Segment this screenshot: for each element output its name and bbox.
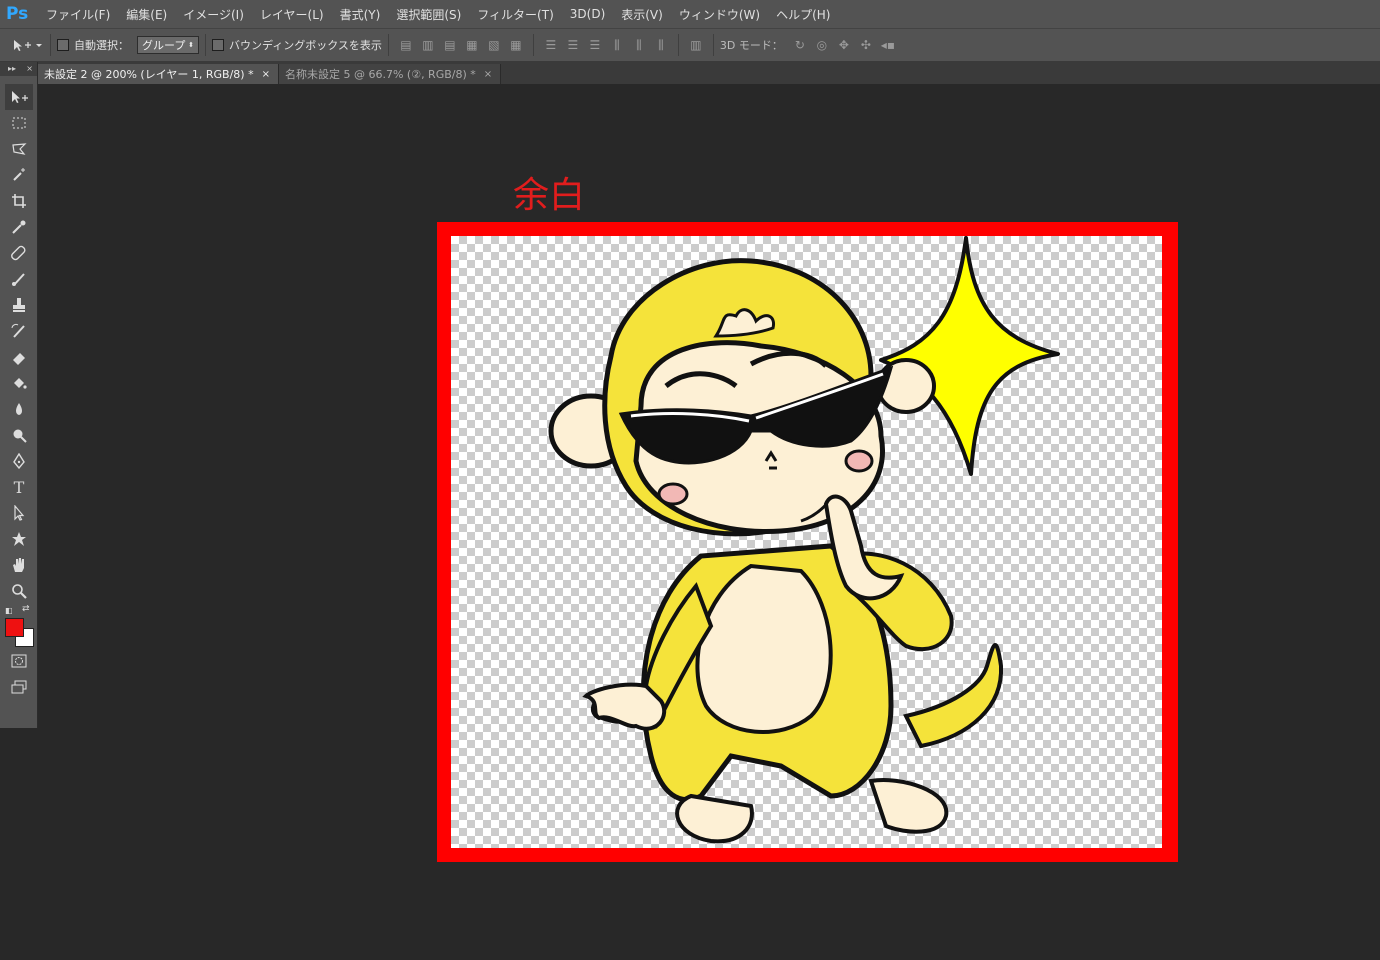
margin-annotation-text: 余白 xyxy=(513,175,586,216)
3d-roll-icon[interactable]: ◎ xyxy=(811,34,833,56)
menu-window[interactable]: ウィンドウ(W) xyxy=(671,6,768,23)
screen-mode-icon[interactable] xyxy=(5,674,33,700)
distribute-top-icon[interactable]: ☰ xyxy=(540,34,562,56)
align-hcenter-icon[interactable]: ▧ xyxy=(483,34,505,56)
menu-3d[interactable]: 3D(D) xyxy=(562,7,613,21)
history-brush-tool-icon[interactable] xyxy=(5,318,33,344)
menu-type[interactable]: 書式(Y) xyxy=(332,6,389,23)
align-bottom-icon[interactable]: ▤ xyxy=(439,34,461,56)
document-tab-bar: 未設定 2 @ 200% (レイヤー 1, RGB/8) * × 名称未設定 5… xyxy=(0,62,1380,84)
collapse-icon[interactable]: ▸▸ xyxy=(8,64,16,73)
menu-edit[interactable]: 編集(E) xyxy=(118,6,175,23)
distribute-vcenter-icon[interactable]: ☰ xyxy=(562,34,584,56)
3d-pan-icon[interactable]: ✥ xyxy=(833,34,855,56)
sparkle-star xyxy=(879,236,1060,476)
align-left-icon[interactable]: ▦ xyxy=(461,34,483,56)
distribute-hcenter-icon[interactable]: ⫼ xyxy=(628,34,650,56)
menu-view[interactable]: 表示(V) xyxy=(613,6,671,23)
monkey-cheek-right xyxy=(844,449,874,473)
separator xyxy=(677,34,679,56)
tab-label: 未設定 2 @ 200% (レイヤー 1, RGB/8) * xyxy=(44,68,254,81)
eraser-tool-icon[interactable] xyxy=(5,344,33,370)
separator xyxy=(387,34,389,56)
bounding-box-label: バウンディングボックスを表示 xyxy=(229,39,382,52)
menu-help[interactable]: ヘルプ(H) xyxy=(768,6,838,23)
hand-tool-icon[interactable] xyxy=(5,552,33,578)
distribute-left-icon[interactable]: ⫼ xyxy=(606,34,628,56)
menu-filter[interactable]: フィルター(T) xyxy=(469,6,561,23)
brush-tool-icon[interactable] xyxy=(5,266,33,292)
separator xyxy=(50,34,51,56)
eyedropper-tool-icon[interactable] xyxy=(5,214,33,240)
tab-document-2[interactable]: 名称未設定 5 @ 66.7% (②, RGB/8) * × xyxy=(278,64,502,84)
crop-tool-icon[interactable] xyxy=(5,188,33,214)
lasso-tool-icon[interactable] xyxy=(5,136,33,162)
menu-select[interactable]: 選択範囲(S) xyxy=(388,6,469,23)
auto-select-checkbox[interactable] xyxy=(57,39,69,51)
type-tool-icon[interactable]: T xyxy=(5,474,33,500)
photoshop-logo: Ps xyxy=(6,4,29,24)
tab-label: 名称未設定 5 @ 66.7% (②, RGB/8) * xyxy=(284,68,476,81)
custom-shape-tool-icon[interactable] xyxy=(5,526,33,552)
options-bar: 自動選択： グループ ⬍ バウンディングボックスを表示 ▤ ▥ ▤ ▦ ▧ ▦ … xyxy=(0,28,1380,62)
bounding-box-checkbox[interactable] xyxy=(212,39,224,51)
monkey-cheek-left xyxy=(657,482,689,506)
distribute-bottom-icon[interactable]: ☰ xyxy=(584,34,606,56)
separator xyxy=(712,34,714,56)
healing-brush-tool-icon[interactable] xyxy=(5,240,33,266)
monkey-left-hand xyxy=(582,682,667,731)
close-icon[interactable]: × xyxy=(26,62,33,76)
align-top-icon[interactable]: ▤ xyxy=(395,34,417,56)
clone-stamp-tool-icon[interactable] xyxy=(5,292,33,318)
menu-layer[interactable]: レイヤー(L) xyxy=(252,6,332,23)
align-vcenter-icon[interactable]: ▥ xyxy=(417,34,439,56)
dodge-tool-icon[interactable] xyxy=(5,422,33,448)
separator xyxy=(532,34,534,56)
monkey-left-foot xyxy=(675,793,754,844)
paint-bucket-tool-icon[interactable] xyxy=(5,370,33,396)
magic-wand-tool-icon[interactable] xyxy=(5,162,33,188)
auto-select-value: グループ xyxy=(142,39,186,52)
3d-mode-label: 3D モード： xyxy=(719,39,783,52)
zoom-tool-icon[interactable] xyxy=(5,578,33,604)
auto-align-icon[interactable]: ▥ xyxy=(685,34,707,56)
monkey-artwork xyxy=(548,236,1060,844)
menu-bar: Ps ファイル(F) 編集(E) イメージ(I) レイヤー(L) 書式(Y) 選… xyxy=(0,0,1380,28)
pen-tool-icon[interactable] xyxy=(5,448,33,474)
distribute-right-icon[interactable]: ⫼ xyxy=(650,34,672,56)
3d-rotate-icon[interactable]: ↻ xyxy=(789,34,811,56)
marquee-tool-icon[interactable] xyxy=(5,110,33,136)
toolbox-header[interactable]: ▸▸ × xyxy=(0,62,37,76)
auto-select-label: 自動選択： xyxy=(74,39,129,52)
3d-slide-icon[interactable]: ✣ xyxy=(855,34,877,56)
blur-tool-icon[interactable] xyxy=(5,396,33,422)
foreground-color-swatch[interactable] xyxy=(5,618,24,637)
margin-highlight-frame xyxy=(437,222,1178,862)
menu-image[interactable]: イメージ(I) xyxy=(175,6,252,23)
monkey-tail xyxy=(903,643,1004,749)
quick-mask-icon[interactable] xyxy=(5,648,33,674)
close-icon[interactable]: × xyxy=(484,69,492,80)
document-canvas[interactable] xyxy=(451,236,1162,848)
close-icon[interactable]: × xyxy=(262,69,270,80)
menu-file[interactable]: ファイル(F) xyxy=(38,6,118,23)
default-colors-icon[interactable]: ◧ xyxy=(5,606,13,615)
path-selection-tool-icon[interactable] xyxy=(5,500,33,526)
swap-colors-icon[interactable]: ⇄ xyxy=(22,604,30,614)
move-tool-icon[interactable] xyxy=(5,84,33,110)
separator xyxy=(205,34,206,56)
monkey-right-foot xyxy=(868,778,949,834)
toolbox-panel: ▸▸ × T ◧ ⇄ xyxy=(0,62,38,728)
tab-document-1[interactable]: 未設定 2 @ 200% (レイヤー 1, RGB/8) * × xyxy=(38,64,279,84)
dropdown-arrows-icon: ⬍ xyxy=(188,41,194,49)
3d-scale-icon[interactable]: ◂▪ xyxy=(877,34,899,56)
align-right-icon[interactable]: ▦ xyxy=(505,34,527,56)
auto-select-dropdown[interactable]: グループ ⬍ xyxy=(137,36,199,54)
color-swatches: ◧ ⇄ xyxy=(0,604,37,648)
move-tool-preset-icon[interactable] xyxy=(10,34,44,56)
